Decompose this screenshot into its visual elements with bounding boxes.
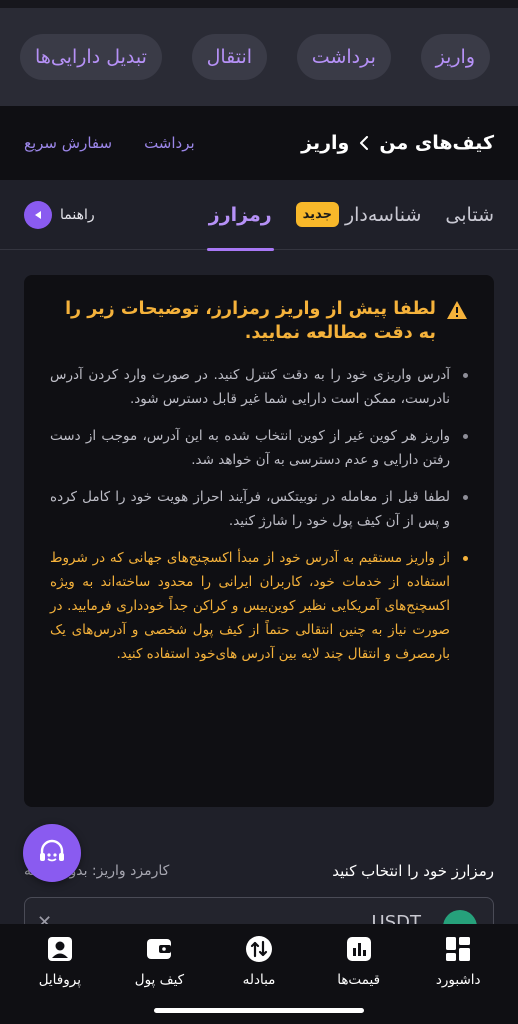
chevron-left-icon	[360, 136, 369, 150]
header-links: برداشت سفارش سریع	[24, 134, 195, 152]
support-chat-button[interactable]	[23, 824, 81, 882]
new-badge: جدید	[295, 202, 339, 227]
play-icon	[24, 200, 52, 229]
notice-item: لطفا قبل از معامله در نوبیتکس، فرآیند اح…	[50, 485, 468, 533]
status-bar-strip	[0, 0, 518, 8]
nav-label: پروفایل	[38, 972, 81, 988]
nav-label: داشبورد	[435, 972, 481, 988]
tab-tagged-label: شناسه‌دار	[344, 203, 422, 226]
headset-icon	[40, 839, 64, 862]
guide-button[interactable]: راهنما	[24, 200, 95, 229]
wallet-actions-bar: واریز برداشت انتقال تبدیل دارایی‌ها	[0, 8, 518, 106]
deposit-tabs: شتابی شناسه‌دار جدید رمزارز راهنما	[0, 180, 518, 251]
tab-crypto[interactable]: رمزارز	[206, 180, 274, 251]
breadcrumb: کیف‌های من واریز	[301, 132, 494, 154]
warning-icon	[447, 301, 467, 319]
nav-dashboard[interactable]: داشبورد	[413, 934, 503, 1024]
withdraw-link[interactable]: برداشت	[144, 134, 195, 152]
transfer-button[interactable]: انتقال	[191, 34, 268, 80]
nav-label: مبادله	[242, 972, 276, 988]
tab-instant[interactable]: شتابی	[445, 180, 494, 250]
convert-assets-button[interactable]: تبدیل دارایی‌ها	[20, 34, 162, 80]
wallet-icon	[147, 939, 172, 959]
home-indicator	[154, 1008, 364, 1013]
exchange-icon	[246, 936, 273, 962]
quick-order-link[interactable]: سفارش سریع	[24, 134, 112, 152]
notice-title: لطفا پیش از واریز رمزارز، توضیحات زیر را…	[65, 299, 436, 343]
notice-item: واریز هر کوین غیر از کوین انتخاب شده به …	[50, 424, 468, 472]
notice-item-warning: از واریز مستقیم به آدرس خود از مبدأ اکسچ…	[50, 546, 468, 666]
nav-label: قیمت‌ها	[337, 972, 381, 988]
dashboard-icon	[446, 937, 471, 961]
select-coin-label: رمزارز خود را انتخاب کنید	[332, 862, 494, 880]
profile-icon	[47, 937, 72, 961]
guide-label: راهنما	[60, 206, 95, 223]
notice-item: آدرس واریزی خود را به دقت کنترل کنید. در…	[50, 363, 468, 411]
page-header: کیف‌های من واریز برداشت سفارش سریع	[0, 106, 518, 180]
breadcrumb-deposit: واریز	[301, 132, 350, 154]
nav-profile[interactable]: پروفایل	[15, 934, 105, 1024]
notice-list: آدرس واریزی خود را به دقت کنترل کنید. در…	[50, 363, 468, 666]
tab-tagged[interactable]: شناسه‌دار جدید	[295, 180, 422, 250]
breadcrumb-my-wallets[interactable]: کیف‌های من	[379, 132, 494, 154]
nav-label: کیف پول	[134, 972, 185, 988]
coin-select-row: رمزارز خود را انتخاب کنید کارمزد واریز: …	[24, 862, 494, 880]
deposit-button[interactable]: واریز	[420, 34, 490, 80]
deposit-notice-card: لطفا پیش از واریز رمزارز، توضیحات زیر را…	[24, 275, 494, 807]
withdraw-button[interactable]: برداشت	[296, 34, 391, 80]
chart-icon	[346, 937, 371, 961]
notice-header: لطفا پیش از واریز رمزارز، توضیحات زیر را…	[50, 297, 468, 345]
